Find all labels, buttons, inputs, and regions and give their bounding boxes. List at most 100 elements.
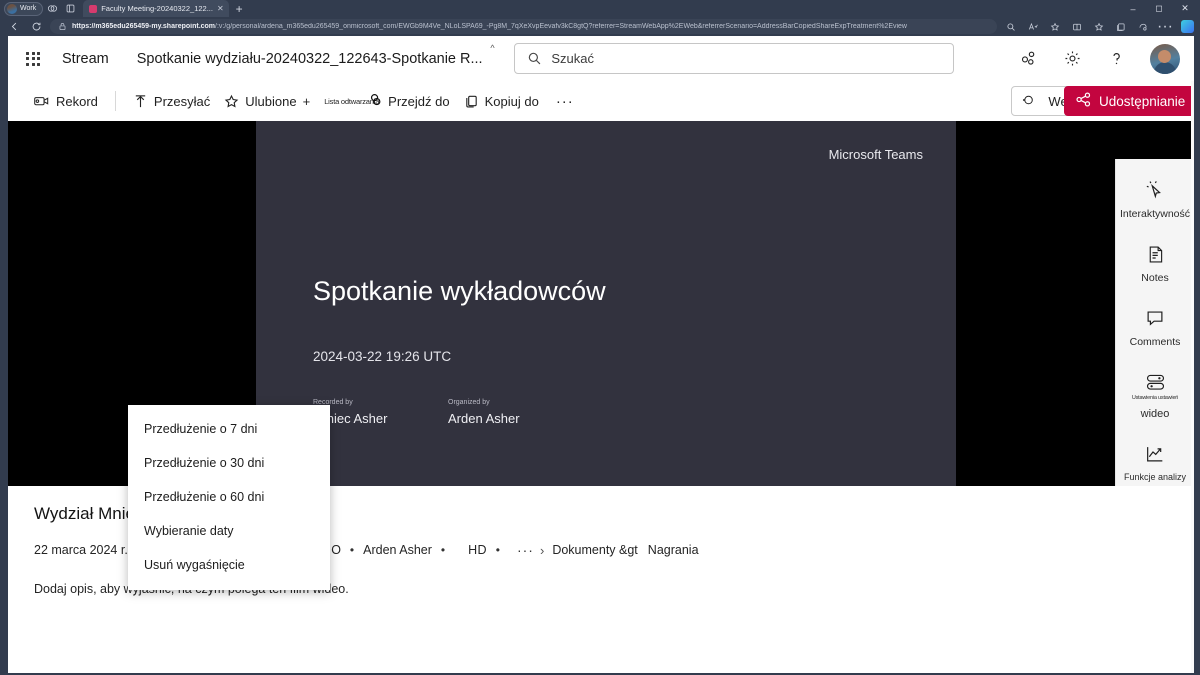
url-input[interactable]: https://m365edu265459-my.sharepoint.com/…	[50, 19, 997, 34]
back-icon[interactable]	[6, 19, 22, 34]
search-input[interactable]: Szukać	[514, 43, 955, 74]
window-maximize-button[interactable]: ◻	[1146, 0, 1172, 17]
meta-separator-1: •	[349, 543, 355, 557]
copyto-button[interactable]: Kopiuj do	[457, 89, 546, 114]
brand-label[interactable]: Stream	[62, 51, 109, 67]
help-icon[interactable]	[1106, 48, 1128, 70]
browser-profile-pill[interactable]: Work	[4, 1, 44, 16]
share-label: Udostępnianie	[1099, 93, 1186, 109]
meta-separator-2: •	[440, 543, 446, 557]
tab-close-icon[interactable]: ✕	[217, 4, 224, 13]
breadcrumb-recordings[interactable]: Nagrania	[648, 543, 699, 557]
copyto-label: Kopiuj do	[484, 93, 539, 109]
favorites-add-label: +	[302, 93, 311, 109]
video-frame[interactable]: Microsoft Teams Spotkanie wykładowców 20…	[256, 121, 956, 486]
favorites-button[interactable]: Ulubione +	[217, 89, 317, 114]
favorite-star-icon[interactable]	[1047, 19, 1063, 34]
goto-label: Przejdź do	[388, 93, 450, 109]
url-host: https://m365edu265459-my.sharepoint.com	[72, 23, 216, 30]
rail-label-video-settings-2: wideo	[1140, 408, 1170, 421]
menu-item-remove-expiry[interactable]: Usuń wygaśnięcie	[128, 548, 330, 582]
playlist-icon	[368, 92, 383, 110]
meta-date: 22 marca 2024 r.	[34, 543, 128, 557]
analytics-chart-icon	[1144, 441, 1166, 467]
expiry-context-menu: Przedłużenie o 7 dni Przedłużenie o 30 d…	[128, 405, 330, 590]
document-title[interactable]: Spotkanie wydziału-20240322_122643-Spotk…	[136, 43, 495, 67]
copy-icon	[464, 94, 479, 109]
preview-toggle-icon	[1022, 94, 1040, 109]
video-settings-icon	[1144, 369, 1167, 395]
meta-more-icon[interactable]: ···	[517, 542, 534, 558]
add-favorite-icon[interactable]	[1091, 19, 1107, 34]
breadcrumb-documents[interactable]: Dokumenty &gt	[552, 543, 637, 557]
menu-item-extend-30[interactable]: Przedłużenie o 30 dni	[128, 446, 330, 480]
rail-label-comments: Comments	[1129, 336, 1181, 349]
tab-title: Faculty Meeting-20240322_122...	[101, 4, 213, 13]
search-placeholder: Szukać	[551, 51, 595, 66]
command-more-button[interactable]: ···	[546, 91, 584, 112]
rail-item-comments[interactable]: Comments	[1116, 305, 1195, 348]
rail-item-analytics[interactable]: Funkcje analizy	[1116, 441, 1195, 482]
profile-label: Work	[20, 5, 37, 12]
chevron-right-icon[interactable]: ›	[534, 543, 552, 558]
playlist-button[interactable]: Lista odtwarzania	[317, 92, 381, 111]
stream-app-header: Stream Spotkanie wydziału-20240322_12264…	[8, 36, 1194, 81]
search-icon	[527, 51, 542, 66]
gear-icon[interactable]	[1062, 48, 1084, 70]
browser-addressbar: https://m365edu265459-my.sharepoint.com/…	[0, 17, 1200, 36]
menu-item-extend-7[interactable]: Przedłużenie o 7 dni	[128, 412, 330, 446]
collections-icon[interactable]	[1113, 19, 1129, 34]
url-path: /:v:/g/personal/ardena_m365edu265459_onm…	[215, 23, 907, 30]
menu-item-pick-date[interactable]: Wybieranie daty	[128, 514, 330, 548]
window-close-button[interactable]: ✕	[1172, 0, 1198, 17]
rail-item-interactivity[interactable]: Interaktywność	[1116, 177, 1195, 220]
page-viewport: Stream Spotkanie wydziału-20240322_12264…	[8, 36, 1194, 673]
chevron-up-icon[interactable]: ^	[490, 43, 494, 53]
favorites-label: Ulubione	[245, 93, 297, 109]
copilot-icon[interactable]	[1181, 20, 1194, 33]
connections-icon[interactable]	[1018, 48, 1040, 70]
window-minimize-button[interactable]: –	[1120, 0, 1146, 17]
new-tab-button[interactable]: +	[236, 3, 243, 15]
browser-tab-active[interactable]: Faculty Meeting-20240322_122... ✕	[83, 0, 229, 17]
app-launcher-waffle-icon[interactable]	[18, 44, 48, 74]
split-screen-icon[interactable]	[1069, 19, 1085, 34]
read-aloud-icon[interactable]	[1025, 19, 1041, 34]
upload-label: Przesyłać	[153, 93, 211, 109]
header-actions	[1018, 43, 1180, 74]
comment-bubble-icon	[1144, 305, 1166, 331]
share-button[interactable]: Udostępnianie	[1064, 86, 1194, 116]
meta-owner[interactable]: Arden Asher	[363, 543, 432, 557]
profile-avatar-icon	[7, 3, 17, 14]
document-title-text: Spotkanie wydziału-20240322_122643-Spotk…	[136, 50, 483, 67]
organized-by-block: Organized by Arden Asher	[448, 399, 520, 428]
reload-icon[interactable]	[28, 19, 44, 34]
video-title-text: Spotkanie wykładowców	[313, 276, 606, 306]
zoom-icon[interactable]	[1003, 19, 1019, 34]
organized-by-label: Organized by	[448, 399, 490, 406]
page-scrollbar[interactable]	[1191, 81, 1194, 673]
rail-item-notes[interactable]: Notes	[1116, 241, 1195, 284]
organized-by-name: Arden Asher	[448, 411, 520, 426]
star-icon	[224, 94, 239, 109]
command-bar-right: Wersja zapoznawcza Udostępnianie	[1011, 86, 1194, 116]
user-avatar[interactable]	[1149, 43, 1180, 74]
browser-essentials-icon[interactable]	[1135, 19, 1151, 34]
window-controls: – ◻ ✕	[1120, 0, 1200, 17]
menu-item-extend-60[interactable]: Przedłużenie o 60 dni	[128, 480, 330, 514]
record-camera-icon	[33, 94, 50, 108]
tab-actions-icon[interactable]	[61, 2, 79, 16]
right-rail: Interaktywność Notes Comments Ustawienia…	[1115, 159, 1195, 547]
upload-button[interactable]: Przesyłać	[126, 89, 217, 114]
command-bar: Rekord Przesyłać Ulubione + Lista odtwar…	[8, 81, 1194, 121]
toolbar-divider	[114, 91, 116, 111]
record-button[interactable]: Rekord	[26, 89, 105, 114]
rail-label-notes: Notes	[1141, 272, 1169, 285]
rail-item-video-settings[interactable]: Ustawienia ustawień wideo	[1116, 369, 1195, 420]
video-datetime-text: 2024-03-22 19:26 UTC	[313, 349, 452, 364]
share-icon	[1075, 92, 1092, 110]
rail-label-video-settings: Ustawienia ustawień	[1131, 395, 1179, 402]
workspaces-icon[interactable]	[43, 2, 61, 16]
goto-button[interactable]: Przejdź do	[381, 89, 456, 114]
browser-more-icon[interactable]: ···	[1157, 18, 1173, 35]
